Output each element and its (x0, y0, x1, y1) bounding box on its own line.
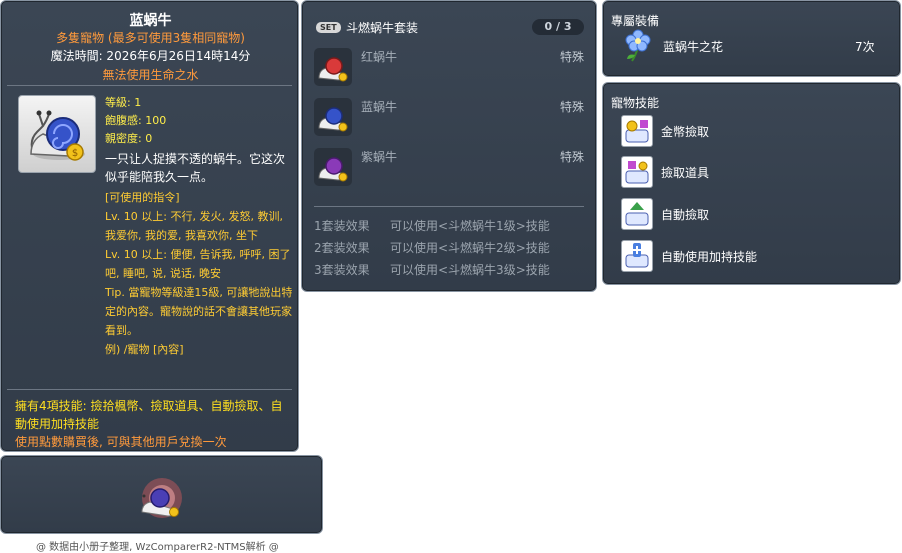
coin-pickup-icon (621, 115, 653, 147)
set-item-name: 紫蜗牛 (361, 150, 398, 164)
warning-text: 無法使用生命之水 (102, 68, 199, 82)
set-item-type: 特殊 (559, 150, 584, 164)
exclusive-equip-panel: 專屬裝備 蓝蜗牛之花 7次 (602, 0, 901, 77)
skills-summary: 擁有4項技能: 撿拾楓幣、撿取道具、自動撿取、自動使用加持技能 (15, 399, 283, 431)
exchange-note: 使用點數購買後, 可與其他用戶兌換一次 (15, 435, 227, 449)
skill-label: 金幣撿取 (661, 125, 710, 139)
set-panel: SET 斗燃蜗牛套装 0 / 3 红蜗牛 特殊 蓝蜗牛 特殊 紫蜗牛 特殊 1套… (301, 0, 597, 292)
pet-icon-box: $ (18, 95, 96, 173)
pet-name: 蓝蜗牛 (129, 13, 172, 29)
blue-flower-icon (625, 29, 651, 62)
equip-name: 蓝蜗牛之花 (663, 40, 724, 54)
equip-title: 專屬裝備 (611, 14, 660, 28)
skill-item[interactable]: 撿取道具 (621, 156, 881, 188)
set-item[interactable]: 红蜗牛 特殊 (314, 48, 584, 88)
set-badge: SET (316, 22, 341, 33)
set-effect-label: 2套装效果 (314, 241, 370, 255)
set-item[interactable]: 蓝蜗牛 特殊 (314, 98, 584, 138)
auto-buff-icon (621, 240, 653, 272)
skill-item[interactable]: 自動撿取 (621, 198, 881, 230)
blue-snail-icon (314, 98, 352, 136)
skill-label: 自動撿取 (661, 208, 710, 222)
set-title: 斗燃蜗牛套装 (346, 21, 419, 35)
skill-label: 自動使用加持技能 (661, 250, 758, 264)
pet-preview-panel (0, 455, 323, 534)
pet-commands: [可使用的指令] Lv. 10 以上: 不行, 发火, 发怒, 教训, 我爱你,… (105, 191, 293, 356)
skill-label: 撿取道具 (661, 166, 710, 180)
set-effect-label: 1套装效果 (314, 219, 370, 233)
set-item[interactable]: 紫蜗牛 特殊 (314, 148, 584, 188)
pet-info-panel: 蓝蜗牛 多隻寵物 (最多可使用3隻相同寵物) 魔法時間: 2026年6月26日1… (0, 0, 299, 452)
magic-time: 魔法時間: 2026年6月26日14時14分 (50, 49, 251, 63)
auto-pickup-icon (621, 198, 653, 230)
stat-level: 等級: 1 (105, 96, 142, 109)
set-effect-text: 可以使用<斗燃蜗牛1级>技能 (390, 219, 550, 233)
set-item-name: 红蜗牛 (361, 50, 398, 64)
equip-count: 7次 (855, 40, 875, 54)
set-effect-text: 可以使用<斗燃蜗牛3级>技能 (390, 263, 550, 277)
divider (7, 389, 292, 390)
set-effect-text: 可以使用<斗燃蜗牛2级>技能 (390, 241, 550, 255)
set-item-name: 蓝蜗牛 (361, 100, 398, 114)
set-item-type: 特殊 (559, 50, 584, 64)
skill-item[interactable]: 自動使用加持技能 (621, 240, 881, 272)
blue-snail-icon: $ (30, 110, 85, 161)
stat-fullness: 飽腹感: 100 (105, 114, 167, 127)
pet-skills-panel: 寵物技能 金幣撿取 撿取道具 自動撿取 自動使用加持技能 (602, 82, 901, 285)
divider (7, 85, 292, 86)
divider (314, 206, 584, 207)
svg-text:$: $ (72, 148, 78, 159)
purple-snail-icon (314, 148, 352, 186)
pet-stats: 等級: 1 飽腹感: 100 親密度: 0 (105, 94, 166, 148)
skill-item[interactable]: 金幣撿取 (621, 115, 881, 147)
set-item-type: 特殊 (559, 100, 584, 114)
multi-pet-note: 多隻寵物 (最多可使用3隻相同寵物) (56, 31, 245, 45)
pet-description: 一只让人捉摸不透的蜗牛。它这次似乎能陪我久一点。 (105, 152, 286, 184)
stat-closeness: 親密度: 0 (105, 132, 153, 145)
snail-preview-icon (141, 478, 182, 518)
item-pickup-icon (621, 156, 653, 188)
pet-skills-title: 寵物技能 (611, 96, 660, 110)
footer-credit: @ 数据由小册子整理, WzComparerR2-NTMS解析 @ (36, 542, 279, 553)
set-count: 0 / 3 (532, 19, 584, 35)
red-snail-icon (314, 48, 352, 86)
set-effect-label: 3套装效果 (314, 263, 370, 277)
